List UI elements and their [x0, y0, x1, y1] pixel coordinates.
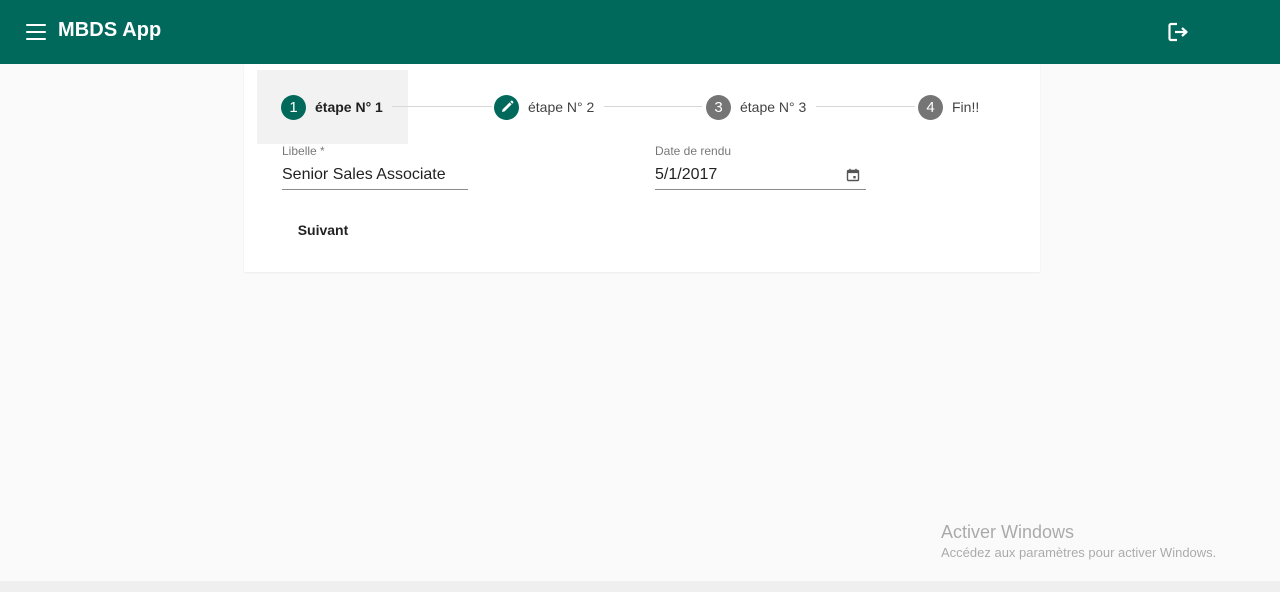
app-title: MBDS App — [58, 19, 162, 41]
next-button[interactable]: Suivant — [284, 212, 362, 248]
bottom-strip — [0, 581, 1280, 592]
step-1-circle: 1 — [281, 94, 306, 120]
libelle-label: Libelle * — [282, 144, 325, 158]
calendar-icon[interactable] — [846, 168, 860, 187]
windows-activation-title: Activer Windows — [941, 522, 1075, 542]
step-3-circle: 3 — [706, 94, 731, 120]
step-connector — [604, 106, 702, 107]
step-3-label: étape N° 3 — [740, 99, 807, 115]
libelle-underline — [282, 189, 468, 190]
step-1[interactable]: 1 étape N° 1 — [281, 94, 383, 120]
step-4-label: Fin!! — [952, 99, 980, 115]
step-connector — [816, 106, 915, 107]
date-rendu-label: Date de rendu — [655, 144, 732, 158]
pencil-icon — [494, 94, 519, 120]
menu-icon[interactable] — [25, 22, 47, 42]
step-2-label: étape N° 2 — [528, 99, 595, 115]
libelle-input[interactable] — [282, 164, 468, 186]
step-connector — [392, 106, 492, 107]
step-1-label: étape N° 1 — [315, 99, 383, 115]
app-toolbar: MBDS App — [0, 0, 1280, 64]
step-4[interactable]: 4 Fin!! — [918, 94, 979, 120]
step-3[interactable]: 3 étape N° 3 — [706, 94, 806, 120]
stepper-card: 1 étape N° 1 étape N° 2 3 étape N° 3 4 F… — [244, 64, 1040, 272]
logout-icon[interactable] — [1166, 20, 1192, 44]
date-rendu-underline — [655, 189, 866, 190]
date-rendu-input[interactable] — [655, 164, 835, 186]
windows-activation-subtitle: Accédez aux paramètres pour activer Wind… — [941, 545, 1217, 560]
step-2[interactable]: étape N° 2 — [494, 94, 594, 120]
step-4-circle: 4 — [918, 94, 943, 120]
